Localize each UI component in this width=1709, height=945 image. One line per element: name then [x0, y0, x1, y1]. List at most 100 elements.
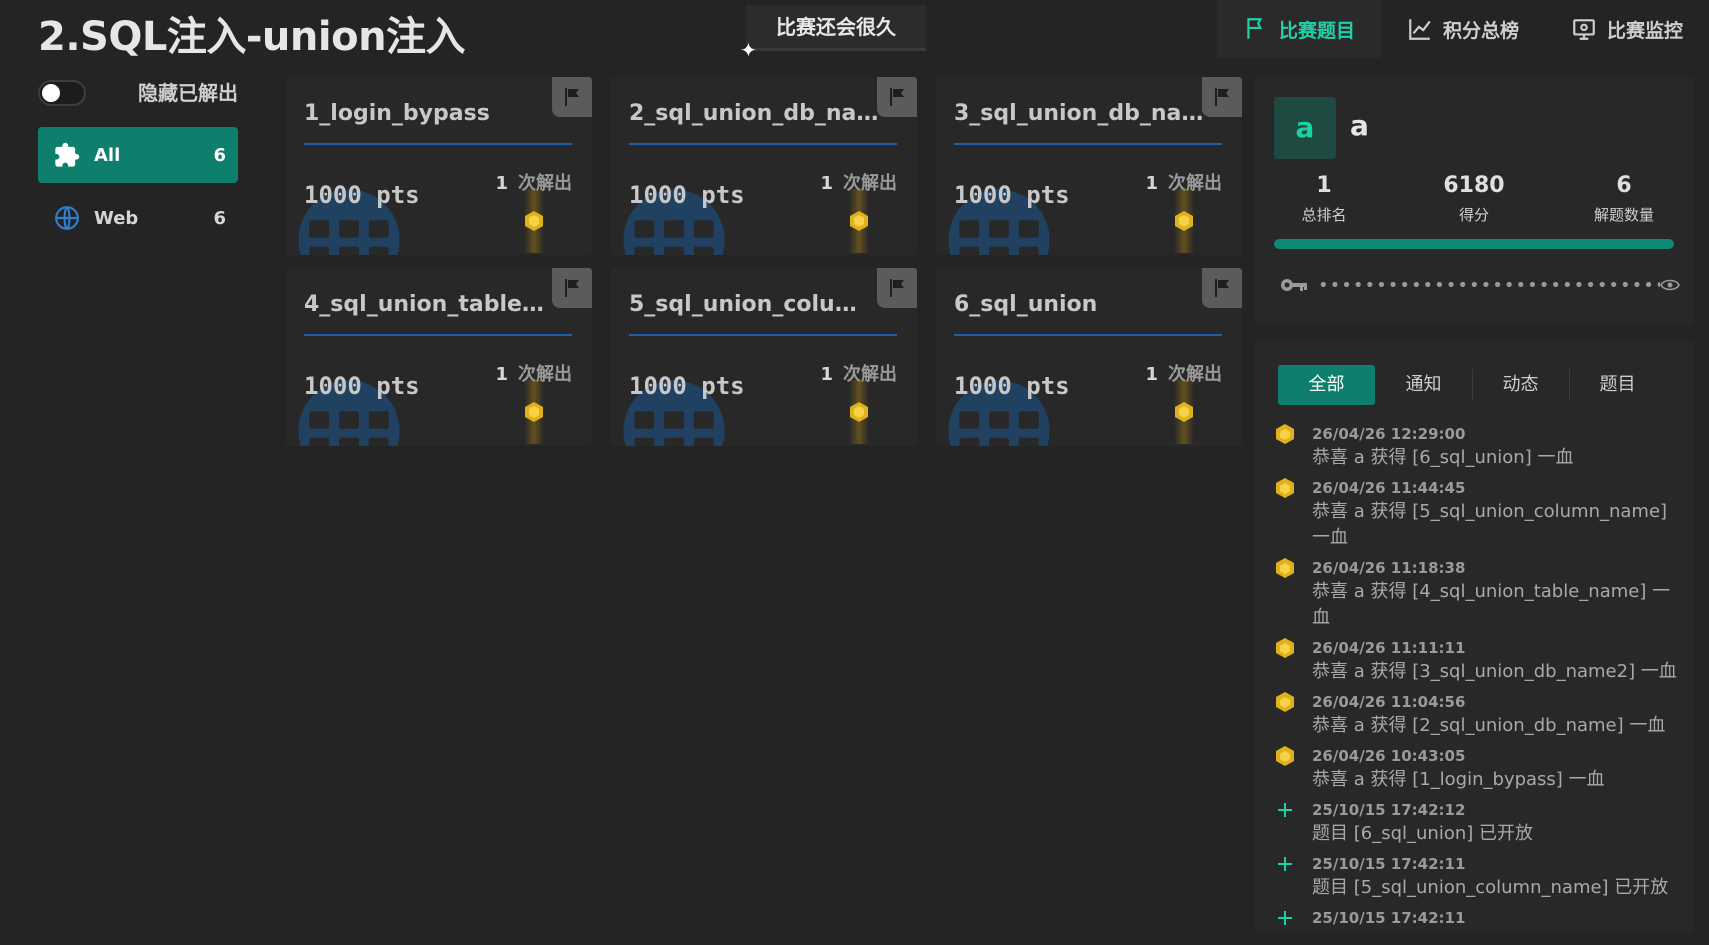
event-time: 25/10/15 17:42:11 — [1312, 909, 1466, 927]
nav-scoreboard-label: 积分总榜 — [1442, 19, 1519, 42]
event-text: 恭喜 a 获得 [2_sql_union_db_name] 一血 — [1312, 715, 1666, 736]
stat-rank: 1 总排名 — [1254, 173, 1394, 225]
challenge-card[interactable]: 6_sql_union 1000 pts 1 次解出 — [936, 268, 1242, 446]
score-label: 得分 — [1458, 206, 1489, 224]
eye-icon[interactable] — [1660, 278, 1680, 292]
challenge-points: 1000 pts — [629, 372, 745, 400]
solve-count: 1 — [495, 364, 508, 385]
category-all-label: All — [94, 144, 121, 166]
challenge-card[interactable]: 4_sql_union_table_name 1000 pts 1次解出 — [286, 268, 592, 446]
flag-icon — [877, 77, 917, 117]
challenge-card[interactable]: 1_login_bypass 1000 pts 1 次解出 — [286, 77, 592, 255]
first-blood-icon — [1276, 424, 1294, 444]
nav-monitor-label: 比赛监控 — [1606, 19, 1683, 42]
solve-count: 1 — [820, 173, 833, 194]
activity-feed: 全部 通知 动态 题目 26/04/26 12:29:00 恭喜 a 获得 [6… — [1254, 341, 1694, 933]
key-icon — [1281, 279, 1307, 291]
solve-count: 1 — [1145, 364, 1158, 385]
hide-solved-row: 隐藏已解出 — [38, 80, 238, 106]
event-item: 25/10/15 17:42:11 — [1274, 907, 1684, 929]
plus-icon — [1278, 857, 1292, 871]
solved-label: 解题数量 — [1593, 206, 1654, 224]
category-all-count: 6 — [213, 144, 226, 166]
event-time: 26/04/26 11:11:11 — [1312, 639, 1466, 657]
flag-icon — [552, 268, 592, 308]
event-time: 26/04/26 11:44:45 — [1312, 479, 1466, 497]
avatar: a — [1274, 97, 1336, 159]
user-profile-panel: a a 1 总排名 6180 得分 6 解题数量 •••••••••••••••… — [1254, 77, 1694, 325]
rank-value: 1 — [1316, 173, 1332, 198]
challenge-divider — [629, 143, 897, 145]
feed-tabs: 全部 通知 动态 题目 — [1278, 365, 1668, 405]
page-title: 2.SQL注入-union注入 — [38, 14, 466, 60]
challenge-name: 3_sql_union_db_name2 — [954, 101, 1204, 126]
challenge-points: 1000 pts — [954, 181, 1070, 209]
category-web[interactable]: Web 6 — [38, 190, 238, 246]
category-all[interactable]: All 6 — [38, 127, 238, 183]
event-item: 26/04/26 10:43:05 恭喜 a 获得 [1_login_bypas… — [1274, 745, 1684, 793]
hide-solved-toggle[interactable] — [38, 80, 86, 106]
challenge-name: 5_sql_union_column_name — [629, 292, 879, 317]
challenge-divider — [954, 143, 1222, 145]
event-item: 25/10/15 17:42:12 题目 [6_sql_union] 已开放 — [1274, 799, 1684, 847]
event-item: 25/10/15 17:42:11 题目 [5_sql_union_column… — [1274, 853, 1684, 901]
challenge-card[interactable]: 2_sql_union_db_name 1000 pts 1 次解出 — [611, 77, 917, 255]
stat-solved: 6 解题数量 — [1554, 173, 1694, 225]
tab-activity[interactable]: 动态 — [1472, 365, 1569, 405]
tab-challenges[interactable]: 题目 — [1569, 365, 1666, 405]
solve-count: 1 — [495, 173, 508, 194]
solve-count: 1 — [1145, 173, 1158, 194]
nav-challenges[interactable]: 比赛题目 — [1216, 0, 1381, 58]
challenge-divider — [304, 334, 572, 336]
top-nav: 比赛题目 积分总榜 比赛监控 — [1216, 0, 1709, 58]
first-blood-icon — [1276, 692, 1294, 712]
event-item: 26/04/26 11:18:38 恭喜 a 获得 [4_sql_union_t… — [1274, 557, 1684, 631]
flag-icon — [877, 268, 917, 308]
rank-label: 总排名 — [1301, 206, 1347, 224]
category-web-count: 6 — [213, 207, 226, 229]
globe-icon — [52, 203, 82, 233]
first-blood-icon — [1276, 746, 1294, 766]
event-text: 恭喜 a 获得 [3_sql_union_db_name2] 一血 — [1312, 661, 1677, 682]
token-row: •••••••••••••••••••••••••••••••••• — [1280, 271, 1680, 299]
medal-icon — [525, 402, 543, 422]
challenge-card[interactable]: 3_sql_union_db_name2 1000 pts 1次解出 — [936, 77, 1242, 255]
challenge-name: 4_sql_union_table_name — [304, 292, 554, 317]
medal-icon — [850, 211, 868, 231]
solved-value: 6 — [1616, 173, 1632, 198]
medal-icon — [1175, 211, 1193, 231]
solve-count: 1 — [820, 364, 833, 385]
sparkle-icon: ✦ — [740, 38, 757, 62]
medal-icon — [525, 211, 543, 231]
nav-scoreboard[interactable]: 积分总榜 — [1381, 0, 1545, 58]
challenge-divider — [954, 334, 1222, 336]
progress-fill — [1274, 239, 1674, 249]
event-item: 26/04/26 12:29:00 恭喜 a 获得 [6_sql_union] … — [1274, 423, 1684, 471]
flag-icon — [1202, 268, 1242, 308]
first-blood-icon — [1276, 478, 1294, 498]
tab-all[interactable]: 全部 — [1278, 365, 1375, 405]
nav-monitor[interactable]: 比赛监控 — [1545, 0, 1709, 58]
challenge-divider — [304, 143, 572, 145]
score-value: 6180 — [1443, 173, 1505, 198]
event-text: 恭喜 a 获得 [1_login_bypass] 一血 — [1312, 769, 1605, 790]
stat-score: 6180 得分 — [1404, 173, 1544, 225]
medal-icon — [850, 402, 868, 422]
challenge-points: 1000 pts — [304, 372, 420, 400]
challenge-name: 1_login_bypass — [304, 101, 490, 126]
event-time: 26/04/26 11:04:56 — [1312, 693, 1466, 711]
chart-icon — [1409, 19, 1431, 40]
event-time: 25/10/15 17:42:12 — [1312, 801, 1466, 819]
challenge-name: 6_sql_union — [954, 292, 1098, 317]
first-blood-icon — [1276, 558, 1294, 578]
event-text: 题目 [6_sql_union] 已开放 — [1312, 823, 1533, 844]
event-time: 26/04/26 10:43:05 — [1312, 747, 1466, 765]
nav-challenges-label: 比赛题目 — [1278, 19, 1355, 42]
username: a — [1350, 109, 1369, 142]
tab-notices[interactable]: 通知 — [1375, 365, 1472, 405]
puzzle-icon — [52, 140, 82, 170]
event-item: 26/04/26 11:11:11 恭喜 a 获得 [3_sql_union_d… — [1274, 637, 1684, 685]
challenge-name: 2_sql_union_db_name — [629, 101, 879, 126]
event-time: 26/04/26 12:29:00 — [1312, 425, 1466, 443]
challenge-card[interactable]: 5_sql_union_column_name 1000 pts 1次解出 — [611, 268, 917, 446]
